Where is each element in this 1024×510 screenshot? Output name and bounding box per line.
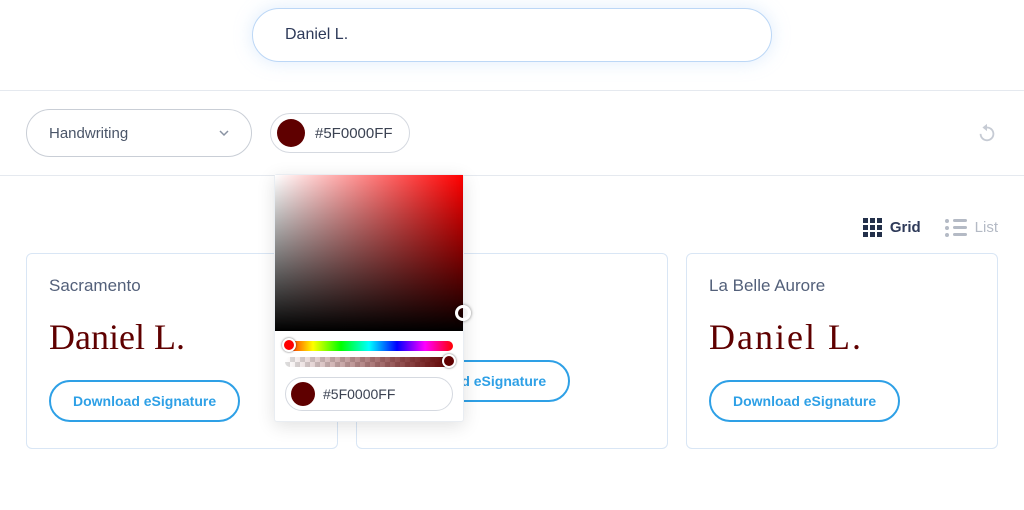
signature-card: La Belle Aurore Daniel L. Download eSign…: [686, 253, 998, 449]
alpha-slider[interactable]: [285, 357, 453, 367]
list-icon: [945, 219, 967, 237]
saturation-value-area[interactable]: [275, 175, 463, 331]
download-button[interactable]: Download eSignature: [709, 380, 900, 422]
hue-slider[interactable]: [285, 341, 453, 351]
chevron-down-icon: [219, 128, 229, 138]
view-grid-toggle[interactable]: Grid: [863, 218, 921, 237]
signature-preview: Daniel L.: [709, 318, 975, 358]
hue-thumb[interactable]: [282, 338, 296, 352]
view-list-toggle[interactable]: List: [945, 219, 998, 237]
alpha-thumb[interactable]: [442, 354, 456, 368]
style-select-label: Handwriting: [49, 125, 128, 142]
picker-hex-pill[interactable]: #5F0000FF: [285, 377, 453, 411]
view-grid-label: Grid: [890, 219, 921, 236]
download-button[interactable]: Download eSignature: [49, 380, 240, 422]
card-title: La Belle Aurore: [709, 276, 975, 296]
grid-icon: [863, 218, 882, 237]
color-swatch: [277, 119, 305, 147]
color-hex-label: #5F0000FF: [315, 125, 393, 142]
style-select[interactable]: Handwriting: [26, 109, 252, 157]
view-list-label: List: [975, 219, 998, 236]
sv-thumb[interactable]: [455, 305, 471, 321]
signature-name-input[interactable]: [252, 8, 772, 62]
picker-swatch: [291, 382, 315, 406]
reset-button[interactable]: [976, 122, 998, 144]
color-picker-popup: #5F0000FF: [274, 174, 464, 422]
color-value-pill[interactable]: #5F0000FF: [270, 113, 410, 153]
picker-hex-label: #5F0000FF: [323, 386, 395, 402]
